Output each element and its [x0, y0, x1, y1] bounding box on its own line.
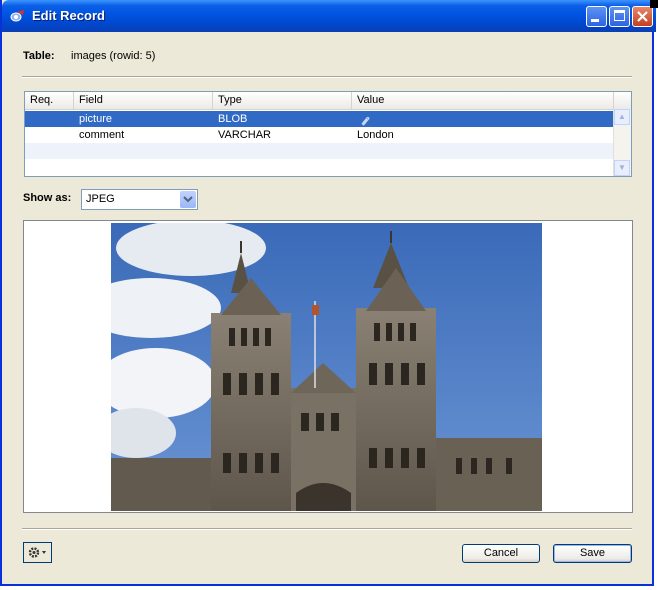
- column-header-req[interactable]: Req.: [25, 92, 74, 109]
- empty-row: [25, 143, 614, 159]
- window-title: Edit Record: [32, 8, 105, 23]
- separator-bottom: [22, 528, 632, 530]
- table-row[interactable]: comment VARCHAR London: [25, 127, 614, 143]
- cell-field: comment: [79, 129, 125, 141]
- fields-grid[interactable]: Req. Field Type Value picture BLOB comme…: [24, 91, 632, 177]
- image-preview-panel: [23, 220, 633, 513]
- cancel-button[interactable]: Cancel: [462, 544, 540, 563]
- edit-record-dialog: Edit Record Table: images (rowid: 5) Req…: [0, 0, 656, 586]
- separator-top: [22, 76, 632, 78]
- grid-header: Req. Field Type Value: [25, 92, 631, 110]
- column-header-value[interactable]: Value: [352, 92, 614, 109]
- column-header-field[interactable]: Field: [74, 92, 213, 109]
- app-icon: [10, 10, 24, 22]
- close-icon: [637, 11, 648, 22]
- column-header-type[interactable]: Type: [213, 92, 352, 109]
- dropdown-button[interactable]: [180, 191, 196, 208]
- options-button[interactable]: [23, 542, 52, 563]
- scroll-up-button[interactable]: ▲: [614, 109, 630, 125]
- cell-value: London: [357, 129, 394, 141]
- close-button[interactable]: [632, 6, 653, 27]
- show-as-value: JPEG: [86, 193, 115, 205]
- minimize-button[interactable]: [586, 6, 607, 27]
- museum-photo: [111, 223, 542, 511]
- table-label: Table:: [23, 50, 55, 62]
- gear-icon: [28, 547, 46, 558]
- scroll-down-button[interactable]: ▼: [614, 160, 630, 176]
- table-row[interactable]: picture BLOB: [25, 111, 614, 127]
- corner-mark: [650, 0, 658, 8]
- cell-field: picture: [79, 113, 113, 125]
- title-bar[interactable]: Edit Record: [2, 0, 656, 32]
- cell-type: BLOB: [218, 113, 248, 125]
- table-value: images (rowid: 5): [71, 50, 156, 62]
- dialog-body: Table: images (rowid: 5) Req. Field Type…: [2, 32, 652, 584]
- grid-scrollbar[interactable]: ▲ ▼: [613, 109, 631, 176]
- chevron-down-icon: [183, 196, 193, 203]
- save-button[interactable]: Save: [553, 544, 632, 563]
- show-as-select[interactable]: JPEG: [81, 189, 198, 210]
- cell-type: VARCHAR: [218, 129, 271, 141]
- maximize-button[interactable]: [609, 6, 630, 27]
- show-as-label: Show as:: [23, 192, 72, 204]
